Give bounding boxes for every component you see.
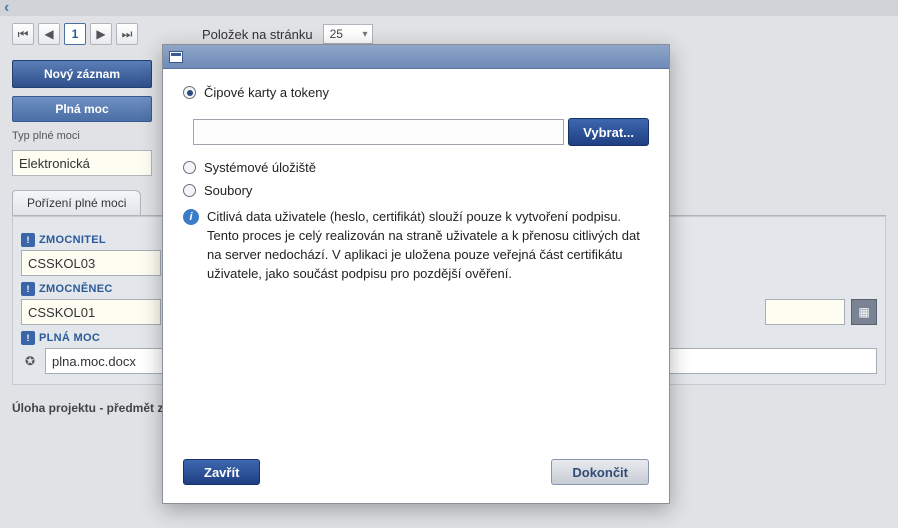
pager-prev-button[interactable]: ◀: [38, 23, 60, 45]
signature-modal: Čipové karty a tokeny Vybrat... Systémov…: [162, 44, 670, 504]
required-icon: !: [21, 282, 35, 296]
pager-per-page-select[interactable]: 25 ▾: [323, 24, 373, 44]
info-text: Citlivá data uživatele (heslo, certifiká…: [207, 208, 649, 283]
modal-title-icon: [169, 51, 183, 63]
plna-moc-label: PLNÁ MOC: [39, 332, 100, 344]
info-icon: i: [183, 209, 199, 225]
radio-soubory-label: Soubory: [204, 183, 252, 198]
certificate-select-row: Vybrat...: [193, 118, 649, 146]
calendar-button[interactable]: ▦: [851, 299, 877, 325]
radio-systemove-uloziste[interactable]: Systémové úložiště: [183, 160, 649, 175]
back-chevron-icon[interactable]: ‹: [4, 0, 9, 17]
radio-cipove-label: Čipové karty a tokeny: [204, 85, 329, 100]
typ-plne-moci-input[interactable]: Elektronická: [12, 150, 152, 176]
pager-label: Položek na stránku: [202, 27, 313, 42]
zmocnitel-label: ZMOCNITEL: [39, 234, 106, 246]
certificate-path-input[interactable]: [193, 119, 564, 145]
modal-footer: Zavřít Dokončit: [163, 449, 669, 503]
pager-per-page-value: 25: [330, 27, 343, 41]
dokoncit-button[interactable]: Dokončit: [551, 459, 649, 485]
info-row: i Citlivá data uživatele (heslo, certifi…: [183, 208, 649, 283]
radio-cipove-karty[interactable]: Čipové karty a tokeny: [183, 85, 649, 100]
required-icon: !: [21, 233, 35, 247]
pager-first-button[interactable]: ⏮: [12, 23, 34, 45]
vybrat-button[interactable]: Vybrat...: [568, 118, 649, 146]
ribbon-icon: ✪: [21, 352, 39, 370]
novy-zaznam-button[interactable]: Nový záznam: [12, 60, 152, 88]
radio-icon: [183, 161, 196, 174]
date-input[interactable]: [765, 299, 845, 325]
radio-icon: [183, 184, 196, 197]
top-bar: ‹: [0, 0, 898, 16]
radio-soubory[interactable]: Soubory: [183, 183, 649, 198]
zmocnenec-label: ZMOCNĚNEC: [39, 283, 113, 295]
radio-systemove-label: Systémové úložiště: [204, 160, 316, 175]
dropdown-icon: ▾: [363, 29, 368, 40]
pager-next-button[interactable]: ▶: [90, 23, 112, 45]
radio-icon: [183, 86, 196, 99]
zmocnenec-input[interactable]: CSSKOL01: [21, 299, 161, 325]
modal-body: Čipové karty a tokeny Vybrat... Systémov…: [163, 69, 669, 449]
plna-moc-button[interactable]: Plná moc: [12, 96, 152, 122]
pager-last-button[interactable]: ⏭: [116, 23, 138, 45]
zavrit-button[interactable]: Zavřít: [183, 459, 260, 485]
tab-porizeni-plne-moci[interactable]: Pořízení plné moci: [12, 190, 141, 215]
required-icon: !: [21, 331, 35, 345]
calendar-icon: ▦: [858, 305, 869, 319]
modal-titlebar[interactable]: [163, 45, 669, 69]
pager-page-number[interactable]: 1: [64, 23, 86, 45]
zmocnitel-input[interactable]: CSSKOL03: [21, 250, 161, 276]
